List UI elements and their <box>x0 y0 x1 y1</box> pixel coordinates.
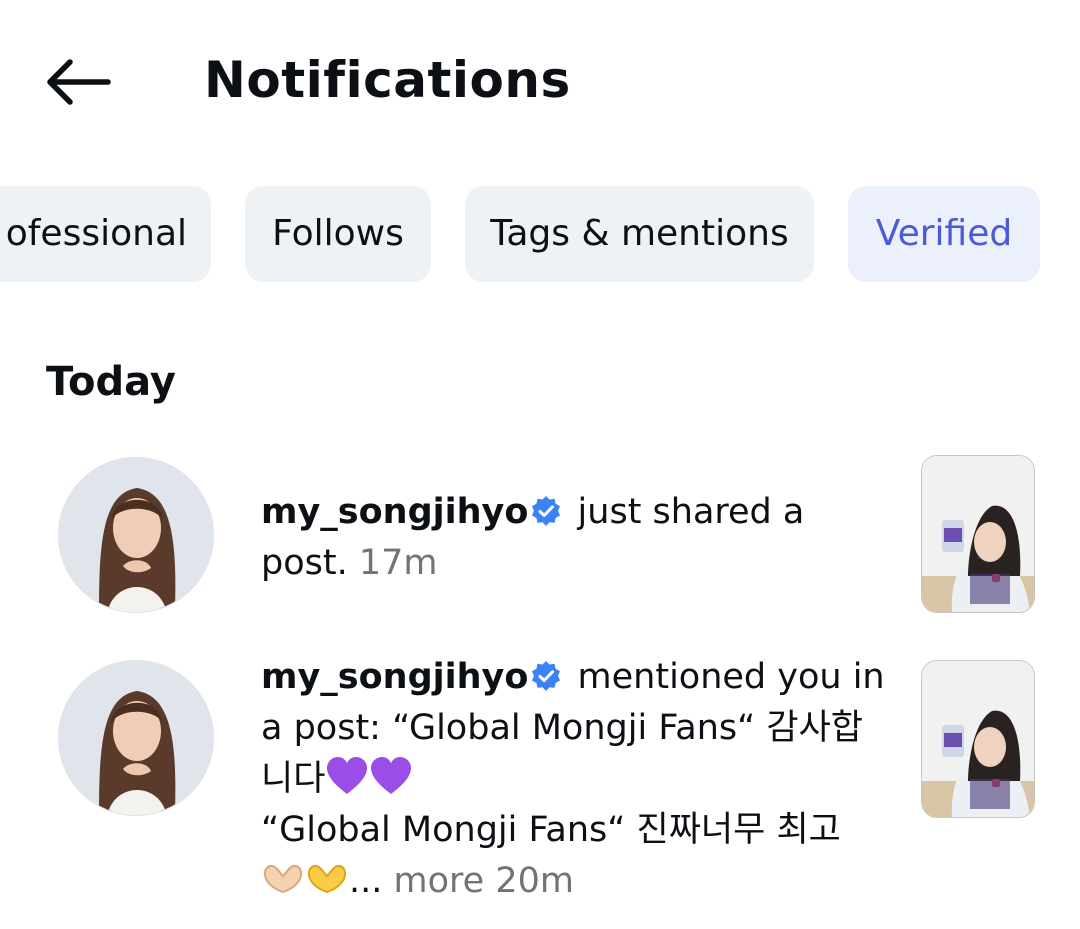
filter-tabs: ofessional Follows Tags & mentions Verif… <box>0 186 1080 282</box>
tab-verified[interactable]: Verified <box>848 186 1040 282</box>
tab-label: Tags & mentions <box>490 213 789 254</box>
tab-follows[interactable]: Follows <box>245 186 431 282</box>
post-thumbnail-image <box>922 661 1034 817</box>
post-thumbnail-image <box>922 456 1034 612</box>
tab-label: ofessional <box>5 213 187 254</box>
tab-tags-mentions[interactable]: Tags & mentions <box>465 186 814 282</box>
avatar-photo <box>59 458 213 612</box>
purple-heart-icon <box>371 757 412 794</box>
verified-badge-icon <box>532 661 561 691</box>
avatar[interactable] <box>58 457 214 613</box>
heart-hands-icon <box>263 864 303 894</box>
notification-text: my_songjihyo just shared a post. 17m <box>261 487 891 589</box>
page-title: Notifications <box>204 51 571 109</box>
avatar-photo <box>59 661 213 815</box>
purple-heart-icon <box>327 757 368 794</box>
verified-badge-icon <box>532 496 561 526</box>
arrow-left-icon <box>47 59 111 105</box>
back-button[interactable] <box>40 50 120 114</box>
notification-item[interactable]: my_songjihyo mentioned you in a post: “G… <box>0 657 1080 901</box>
notification-action-continued: “Global Mongji Fans“ 진짜너무 최고 <box>261 810 841 850</box>
timestamp: 17m <box>358 543 438 583</box>
avatar[interactable] <box>58 660 214 816</box>
username[interactable]: my_songjihyo <box>261 657 528 697</box>
timestamp: 20m <box>495 861 574 901</box>
tab-label: Follows <box>272 213 404 254</box>
post-thumbnail[interactable] <box>921 455 1035 613</box>
ellipsis: ... <box>349 861 383 901</box>
more-link[interactable]: more <box>394 861 485 901</box>
username[interactable]: my_songjihyo <box>261 492 528 532</box>
tab-professional[interactable]: ofessional <box>0 186 211 282</box>
tab-label: Verified <box>875 213 1013 254</box>
post-thumbnail[interactable] <box>921 660 1035 818</box>
header: Notifications <box>0 0 1080 160</box>
heart-hands-icon <box>307 864 347 894</box>
section-title: Today <box>46 359 176 405</box>
notification-text: my_songjihyo mentioned you in a post: “G… <box>261 652 891 907</box>
notification-item[interactable]: my_songjihyo just shared a post. 17m <box>0 455 1080 615</box>
